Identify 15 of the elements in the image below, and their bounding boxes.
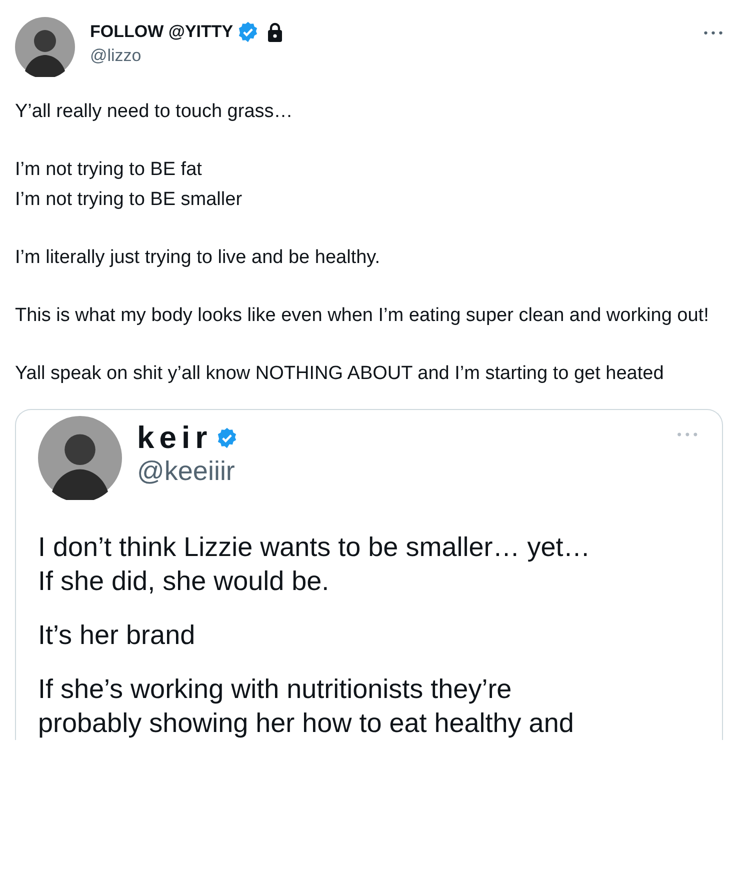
tweet-text: This is what my body looks like even when I’m eating super clean and working out! [15,304,710,328]
tweet-text: I’m not trying to BE fat I’m not trying to BE smaller [15,158,244,212]
user-handle[interactable]: @lizzo [90,46,688,66]
tweet-text: Y’all really need to touch grass… [15,100,294,124]
display-name[interactable]: keir [137,420,212,456]
tweet-text: Yall speak on shit y’all know NOTHING ABOUT and I’m starting to get heated [15,362,665,386]
user-handle[interactable]: @keeiiir [137,456,661,487]
more-options-icon[interactable]: ••• [702,27,725,40]
quoted-tweet-text: If she’s working with nutritionists they’re probably showing her how to eat healthy and [38,673,575,740]
tweet-text: I’m literally just trying to live and be healthy. [15,246,382,270]
quoted-tweet-card[interactable]: keir @keeiiir ••• I don’t think Lizzie wants to be smaller… yet… If she did, she would be. It’s her brand If she’s working with nutritionists they’re probably showing her how to eat healthy and [15,409,723,740]
display-name[interactable]: FOLLOW @YITTY [90,22,234,42]
profile-avatar [15,17,75,77]
quoted-tweet-text: It’s her brand [38,619,196,652]
quoted-tweet-text: I don’t think Lizzie wants to be smaller… yet… If she did, she would be. [38,531,592,598]
